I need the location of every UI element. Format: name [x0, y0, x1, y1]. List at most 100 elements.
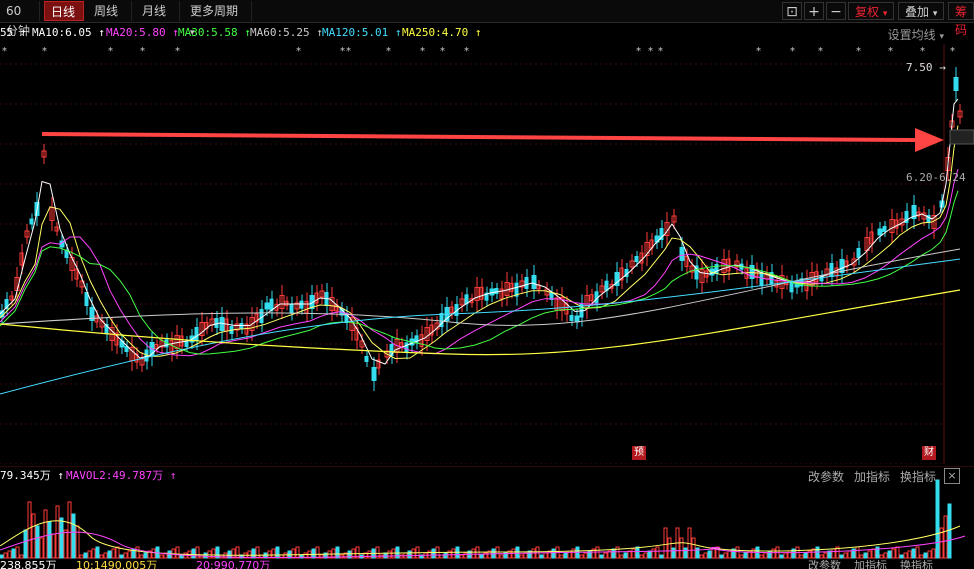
candle-body: [289, 303, 294, 314]
chevron-down-icon: ▾: [932, 9, 938, 19]
chevron-down-icon: ▾: [939, 32, 944, 42]
bottom-btn-2[interactable]: 换指标: [900, 560, 933, 569]
volume-bar: [407, 550, 412, 559]
volume-bar: [659, 554, 664, 559]
plus-icon[interactable]: +: [804, 2, 824, 20]
volume-bar: [803, 552, 808, 559]
volume-bar: [203, 552, 208, 559]
volume-bar: [111, 548, 116, 559]
volume-bar: [819, 554, 824, 559]
bottom-left-value: 238.855万: [0, 560, 57, 569]
tab-more-periods[interactable]: 更多周期 ▾: [184, 1, 252, 38]
event-star: *: [346, 46, 351, 57]
volume-bar: [623, 552, 628, 559]
event-star: *: [386, 46, 391, 57]
volume-bar: [683, 547, 688, 559]
minus-icon[interactable]: −: [826, 2, 846, 20]
tab-daily[interactable]: 日线: [44, 1, 84, 21]
lock-icon[interactable]: ⊡: [782, 2, 802, 20]
volume-bar: [139, 554, 144, 559]
volume-bar: [563, 552, 568, 559]
volume-bar: [11, 548, 16, 559]
volume-bar: [771, 548, 776, 559]
volume-bar: [707, 550, 712, 559]
volume-bar: [75, 525, 80, 559]
volume-bar: [67, 501, 72, 559]
ma-legend: 55 ↑ MA10:6.05 ↑ MA20:5.80 ↑ MA30:5.58 ↑…: [0, 24, 974, 42]
volume-bar: [651, 548, 656, 559]
candle-body: [264, 302, 270, 310]
fuquan-label: 复权: [855, 5, 880, 19]
forecast-marker[interactable]: 预: [632, 446, 646, 460]
volume-bar: [295, 546, 300, 559]
volume-bar: [315, 546, 320, 559]
volume-bar: [947, 503, 952, 559]
volume-bar: [927, 550, 932, 559]
annotation-arrow-head: [915, 128, 944, 152]
volume-bar: [655, 546, 660, 559]
volume-bar: [667, 537, 672, 559]
ma30-value: MA30:5.58 ↑: [178, 26, 251, 39]
volume-bar: [599, 554, 604, 559]
volume-bar: [943, 515, 948, 559]
bottom-btn-0[interactable]: 改参数: [808, 560, 841, 569]
event-star: *: [108, 46, 113, 57]
volume-bar: [571, 548, 576, 559]
volume-bar: [671, 547, 676, 559]
volume-bar: [23, 529, 28, 559]
event-star: *: [818, 46, 823, 57]
high-price-label: 7.50 →: [906, 61, 946, 74]
volume-bar: [51, 533, 56, 559]
volume-bar: [855, 546, 860, 559]
ma120-value: MA120:5.01 ↑: [322, 26, 402, 39]
candlestick-chart[interactable]: * * * * * * * * * * * * * * * * * * * * * *: [0, 44, 974, 464]
candle-body: [269, 298, 274, 311]
tab-60min[interactable]: 60分钟: [0, 1, 40, 38]
tab-weekly[interactable]: 周线: [88, 1, 132, 21]
volume-bar: [703, 552, 708, 559]
volume-bar: [539, 554, 544, 559]
chouma-button[interactable]: 筹码: [948, 2, 974, 37]
volume-bar: [411, 548, 416, 559]
volume-bar: [911, 548, 916, 559]
volume-bar: [859, 554, 864, 559]
financial-marker[interactable]: 财: [922, 446, 936, 460]
volume-bar: [459, 554, 464, 559]
volume-bar: [711, 548, 716, 559]
event-star: *: [464, 46, 469, 57]
volume-bar: [823, 552, 828, 559]
volume-bar: [123, 552, 128, 559]
tab-monthly[interactable]: 月线: [136, 1, 180, 21]
volume-bar: [387, 550, 392, 559]
price-box: [949, 129, 974, 145]
volume-bar: [0, 554, 4, 559]
diejia-button[interactable]: 叠加 ▾: [898, 2, 945, 20]
candle-body: [194, 327, 199, 341]
volume-bar: [779, 554, 784, 559]
volume-bar: [787, 550, 792, 559]
ma10-value: MA10:6.05 ↑: [32, 26, 105, 39]
volume-bar: [115, 546, 120, 559]
settings-ma-button[interactable]: 设置均线 ▾: [888, 26, 944, 43]
event-star: *: [658, 46, 663, 57]
volume-bar: [43, 509, 48, 559]
volume-bar: [799, 554, 804, 559]
volume-bar: [519, 554, 524, 559]
annotation-arrow-line: [41, 132, 916, 142]
fuquan-button[interactable]: 复权 ▾: [848, 2, 895, 20]
volume-bar: [719, 554, 724, 559]
volume-bar: [891, 548, 896, 559]
event-star: *: [175, 46, 180, 57]
volume-bar: [727, 550, 732, 559]
volume-bar: [603, 552, 608, 559]
volume-bar: [919, 554, 924, 559]
volume-bar: [887, 550, 892, 559]
event-star: *: [296, 46, 301, 57]
bottom-btn-1[interactable]: 加指标: [854, 560, 887, 569]
volume-bar: [639, 554, 644, 559]
volume-bar: [271, 548, 276, 559]
diejia-label: 叠加: [905, 5, 930, 19]
volume-bar: [551, 548, 556, 559]
ma20-value: MA20:5.80 ↑: [106, 26, 179, 39]
volume-bar: [291, 548, 296, 559]
